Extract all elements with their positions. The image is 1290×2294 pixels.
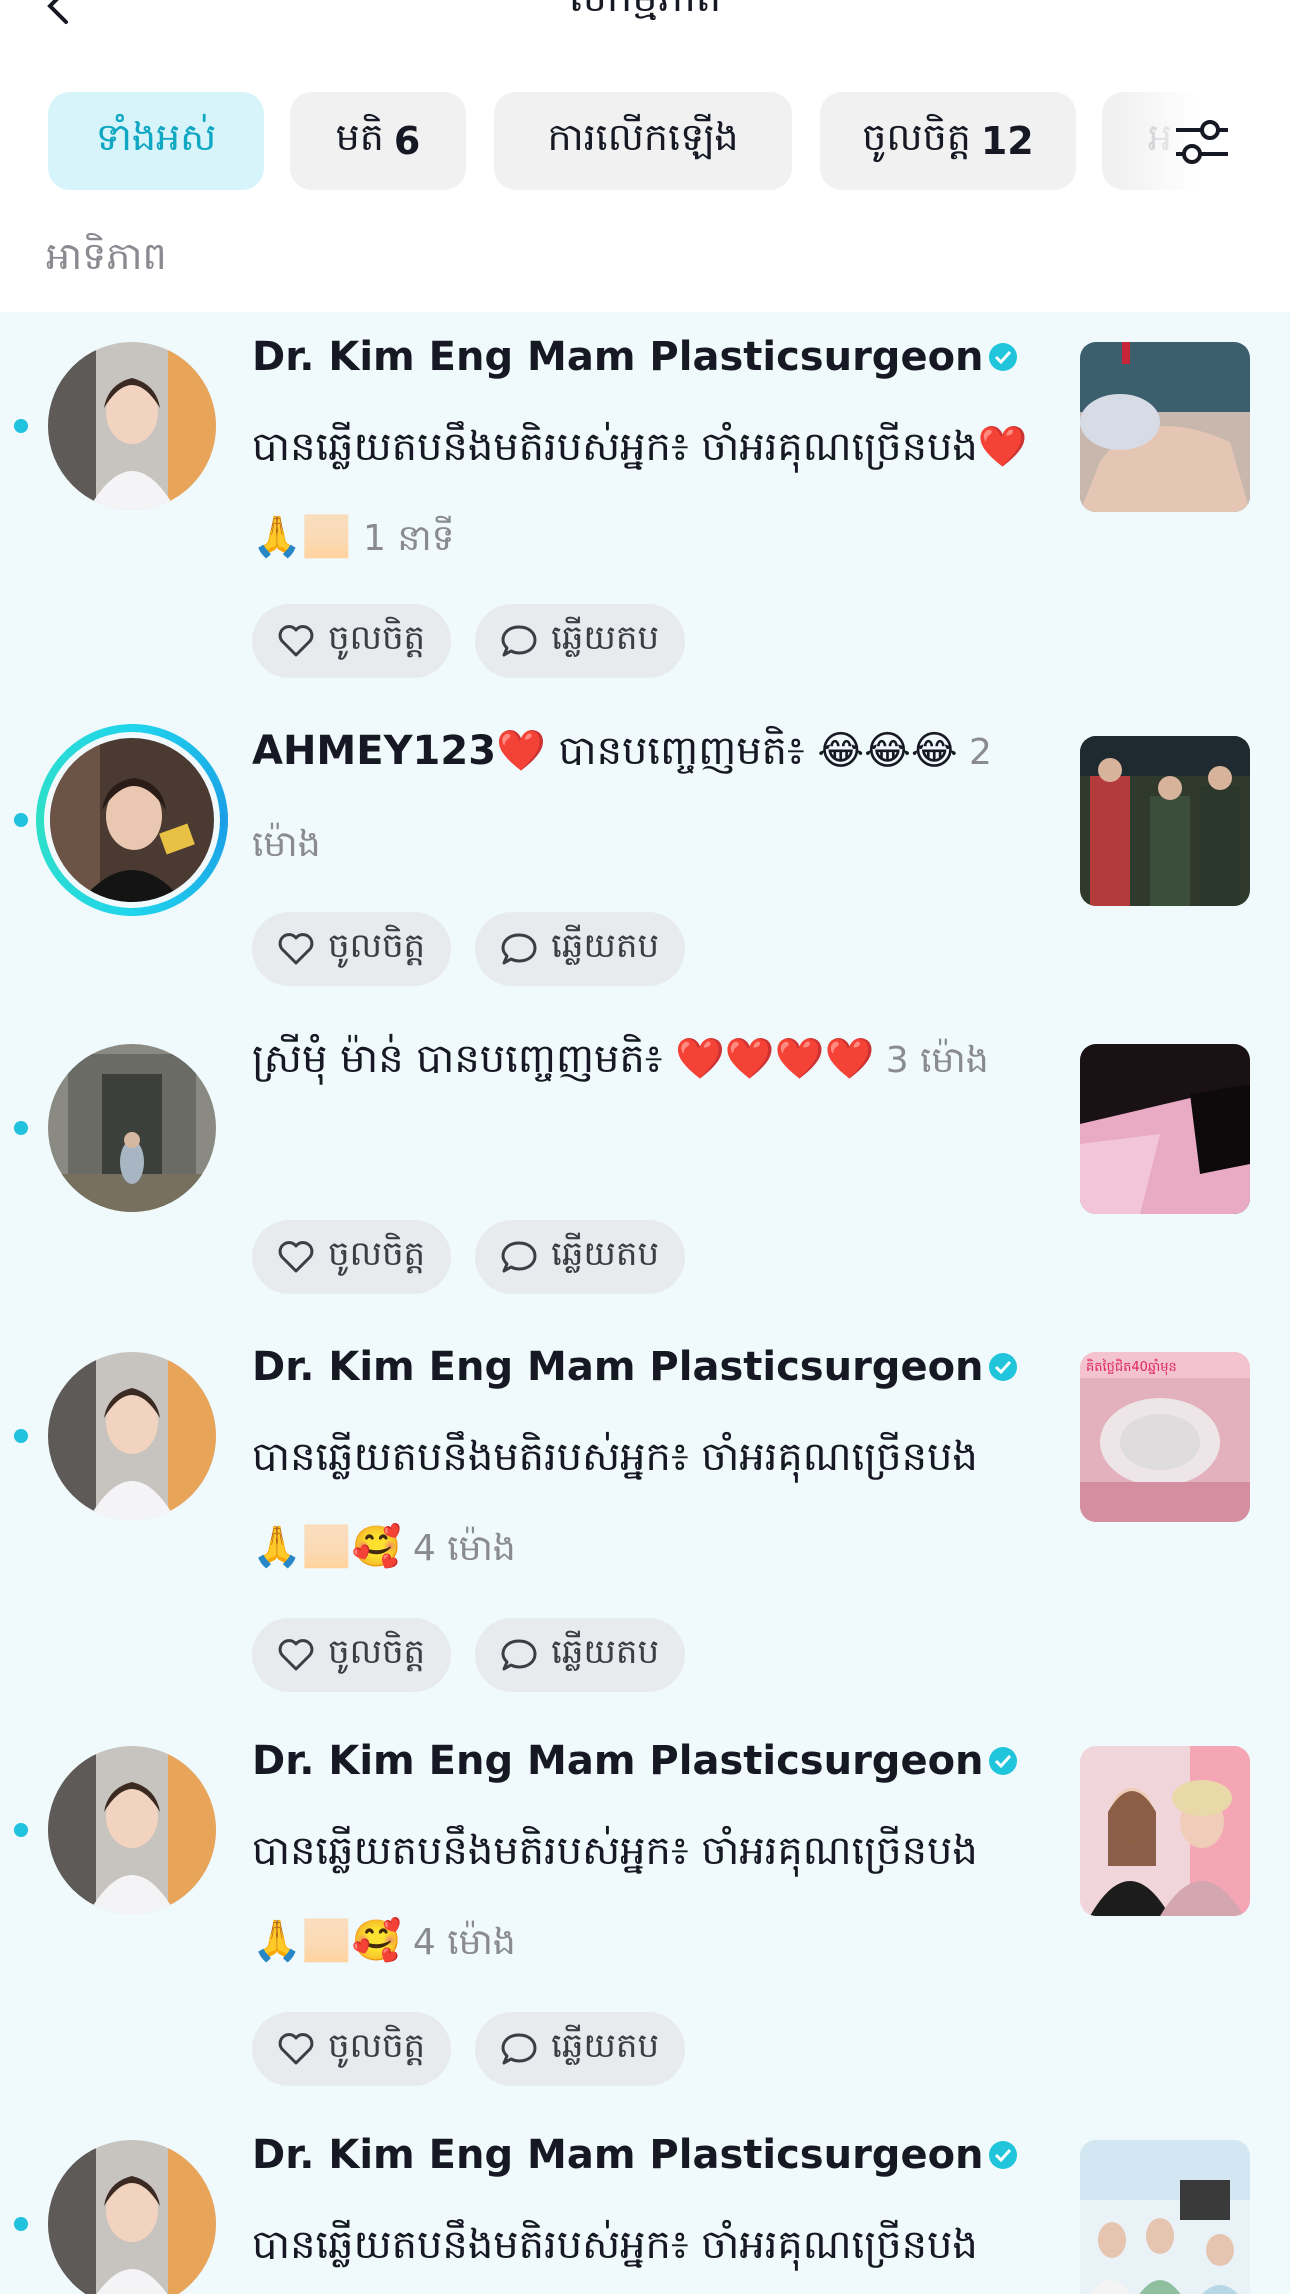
reply-label: ឆ្លើយតប	[551, 618, 660, 658]
like-button[interactable]: ចូលចិត្ត	[252, 912, 452, 986]
like-label: ចូលចិត្ត	[328, 1234, 426, 1274]
heart-outline-icon	[278, 933, 314, 965]
tab-mentions[interactable]: ការលើកឡើង	[494, 92, 792, 190]
tab-count: 12	[980, 119, 1034, 163]
username[interactable]: Dr. Kim Eng Mam Plasticsurgeon	[252, 334, 984, 380]
action-row: ចូលចិត្ត ឆ្លើយតប	[252, 912, 686, 986]
filter-area	[1120, 92, 1290, 198]
tab-all[interactable]: ទាំងអស់	[48, 92, 264, 190]
username[interactable]: Dr. Kim Eng Mam Plasticsurgeon	[252, 1738, 984, 1784]
unread-dot	[14, 813, 28, 827]
sliders-icon[interactable]	[1174, 116, 1230, 168]
timestamp: 1 នាទី	[351, 518, 455, 559]
unread-dot	[14, 1429, 28, 1443]
like-label: ចូលចិត្ត	[328, 926, 426, 966]
like-label: ចូលចិត្ត	[328, 2026, 426, 2066]
post-thumbnail[interactable]: គិតថ្លៃជិត40ឆ្នាំមុន	[1080, 1352, 1250, 1522]
verified-badge-icon	[988, 1353, 1017, 1381]
tab-comments[interactable]: មតិ 6	[290, 92, 466, 190]
message: បានឆ្លើយតបនឹងមតិរបស់អ្នក៖ ចាំអរគុណច្រើនប…	[252, 2222, 978, 2268]
tab-count: 6	[393, 119, 421, 163]
speech-bubble-icon	[501, 2033, 537, 2065]
avatar[interactable]	[48, 1044, 216, 1212]
unread-dot	[14, 419, 28, 433]
heart-outline-icon	[278, 2033, 314, 2065]
reply-button[interactable]: ឆ្លើយតប	[475, 1220, 686, 1294]
heart-outline-icon	[278, 1241, 314, 1273]
post-thumbnail[interactable]	[1080, 342, 1250, 512]
post-thumbnail[interactable]	[1080, 1746, 1250, 1916]
like-button[interactable]: ចូលចិត្ត	[252, 1220, 452, 1294]
like-label: ចូលចិត្ត	[328, 1632, 426, 1672]
notification-text: Dr. Kim Eng Mam Plasticsurgeon បានឆ្លើយត…	[252, 2110, 1042, 2294]
timestamp: 4 ម៉ោង	[401, 1528, 516, 1569]
like-button[interactable]: ចូលចិត្ត	[252, 1618, 452, 1692]
action-row: ចូលចិត្ត ឆ្លើយតប	[252, 1618, 686, 1692]
username[interactable]: ស្រីមុំ ម៉ាន់	[252, 1036, 404, 1082]
speech-bubble-icon	[501, 1639, 537, 1671]
reply-label: ឆ្លើយតប	[551, 926, 660, 966]
page-title: សកម្មភាព	[0, 0, 1290, 31]
tab-likes[interactable]: ចូលចិត្ត 12	[820, 92, 1076, 190]
timestamp: 4 ម៉ោង	[401, 1922, 516, 1963]
avatar[interactable]	[48, 2140, 216, 2294]
message: បានបញ្ចេញមតិ៖ ❤️❤️❤️❤️	[403, 1036, 875, 1082]
message: បានឆ្លើយតបនឹងមតិរបស់អ្នក៖ ចាំអរគុណច្រើនប…	[252, 1828, 978, 1964]
tab-label: មតិ	[335, 115, 384, 159]
post-thumbnail[interactable]	[1080, 1044, 1250, 1214]
reply-label: ឆ្លើយតប	[551, 1632, 660, 1672]
post-thumbnail[interactable]	[1080, 736, 1250, 906]
post-thumbnail[interactable]	[1080, 2140, 1250, 2294]
verified-badge-icon	[988, 2141, 1017, 2169]
timestamp: 3 ម៉ោង	[874, 1040, 989, 1081]
filter-tabs: ទាំងអស់ មតិ6 ការលើកឡើង ចូលចិត្ត12 អ	[0, 92, 1290, 198]
heart-outline-icon	[278, 625, 314, 657]
tab-label: ការលើកឡើង	[547, 115, 739, 159]
section-label-priority: អាទិភាព	[46, 234, 167, 278]
notification-text: ស្រីមុំ ម៉ាន់ បានបញ្ចេញមតិ៖ ❤️❤️❤️❤️ 3 ម…	[252, 1014, 1042, 1106]
reply-button[interactable]: ឆ្លើយតប	[475, 1618, 686, 1692]
action-row: ចូលចិត្ត ឆ្លើយតប	[252, 604, 686, 678]
username[interactable]: Dr. Kim Eng Mam Plasticsurgeon	[252, 2132, 984, 2178]
message: បានឆ្លើយតបនឹងមតិរបស់អ្នក៖ ចាំអរគុណច្រើនប…	[252, 1434, 978, 1570]
verified-badge-icon	[988, 343, 1017, 371]
verified-badge-icon	[988, 1747, 1017, 1775]
thumbnail-caption: គិតថ្លៃជិត40ឆ្នាំមុន	[1086, 1358, 1177, 1376]
reply-label: ឆ្លើយតប	[551, 1234, 660, 1274]
notification-list: Dr. Kim Eng Mam Plasticsurgeon បានឆ្លើយត…	[0, 312, 1290, 2294]
reply-button[interactable]: ឆ្លើយតប	[475, 2012, 686, 2086]
username[interactable]: AHMEY123❤️	[252, 728, 546, 774]
unread-dot	[14, 1823, 28, 1837]
notification-text: Dr. Kim Eng Mam Plasticsurgeon បានឆ្លើយត…	[252, 1716, 1042, 1988]
like-button[interactable]: ចូលចិត្ត	[252, 2012, 452, 2086]
avatar	[50, 738, 214, 902]
speech-bubble-icon	[501, 933, 537, 965]
action-row: ចូលចិត្ត ឆ្លើយតប	[252, 2012, 686, 2086]
notification-text: Dr. Kim Eng Mam Plasticsurgeon បានឆ្លើយត…	[252, 1322, 1042, 1594]
reply-button[interactable]: ឆ្លើយតប	[475, 604, 686, 678]
avatar[interactable]	[48, 1352, 216, 1520]
tab-label: ចូលចិត្ត	[862, 115, 971, 159]
unread-dot	[14, 2217, 28, 2231]
speech-bubble-icon	[501, 1241, 537, 1273]
heart-outline-icon	[278, 1639, 314, 1671]
username[interactable]: Dr. Kim Eng Mam Plasticsurgeon	[252, 1344, 984, 1390]
unread-dot	[14, 1121, 28, 1135]
avatar[interactable]	[48, 1746, 216, 1914]
message: បានបញ្ចេញមតិ៖ 😂😂😂	[545, 728, 958, 774]
notification-text: Dr. Kim Eng Mam Plasticsurgeon បានឆ្លើយត…	[252, 312, 1042, 584]
notification-text: AHMEY123❤️ បានបញ្ចេញមតិ៖ 😂😂😂 2 ម៉ោង	[252, 706, 1042, 890]
avatar-story-ring[interactable]	[36, 724, 228, 916]
like-button[interactable]: ចូលចិត្ត	[252, 604, 452, 678]
action-row: ចូលចិត្ត ឆ្លើយតប	[252, 1220, 686, 1294]
reply-label: ឆ្លើយតប	[551, 2026, 660, 2066]
speech-bubble-icon	[501, 625, 537, 657]
tab-label: ទាំងអស់	[95, 115, 217, 159]
avatar[interactable]	[48, 342, 216, 510]
like-label: ចូលចិត្ត	[328, 618, 426, 658]
top-bar: សកម្មភាព	[0, 0, 1290, 70]
reply-button[interactable]: ឆ្លើយតប	[475, 912, 686, 986]
